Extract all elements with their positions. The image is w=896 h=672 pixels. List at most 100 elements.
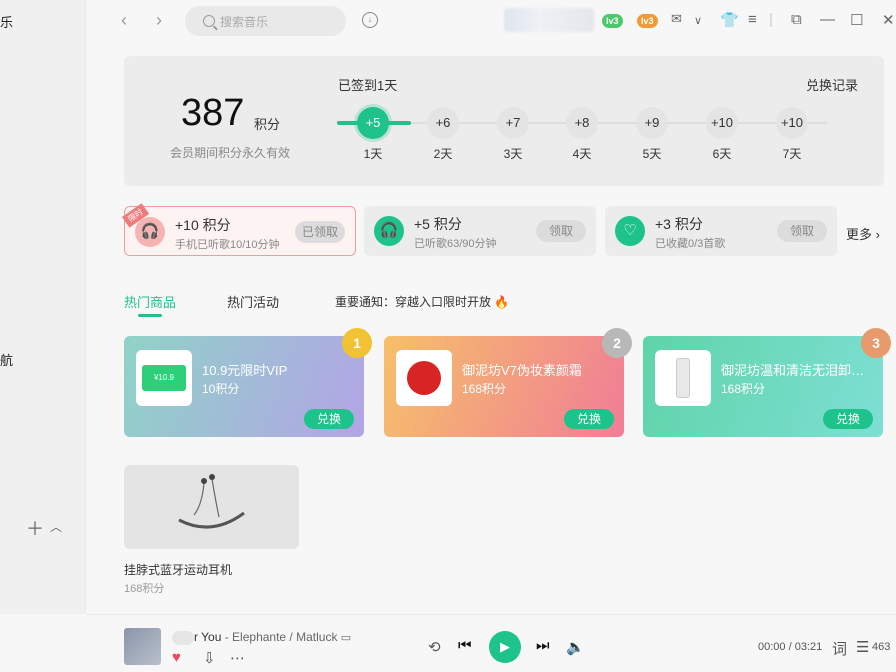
headphone-icon: 🎧 [374,216,404,246]
rank-medal-icon: 3 [861,328,891,358]
points-unit: 积分 [254,117,281,132]
notice-link[interactable]: 重要通知：穿越入口限时开放 🔥 [335,293,509,310]
search-placeholder: 搜索音乐 [220,14,269,29]
exchange-button[interactable]: 兑换 [304,409,354,429]
task-title: +3 积分 [655,216,703,232]
play-button[interactable]: ▶ [489,631,521,663]
product-title: 10.9元限时VIP [202,363,288,378]
volume-icon[interactable]: 🔈 [566,638,585,656]
fire-icon: 🔥 [494,295,510,309]
cream-jar-image [407,361,441,395]
forward-icon[interactable]: › [156,10,162,31]
menu-icon[interactable]: ≡ [748,11,757,28]
level-badge[interactable]: lv3 [637,14,658,28]
exchange-button[interactable]: 兑换 [823,409,873,429]
checkin-day-2: +6 2天 [423,107,463,162]
checkin-day-3: +7 3天 [493,107,533,162]
close-icon[interactable]: ✕ [882,11,895,29]
minimize-icon[interactable]: — [820,11,835,28]
day-reward: +6 [427,107,459,139]
task-title: +10 积分 [175,217,231,233]
day-label: 5天 [642,147,662,161]
heart-icon: ♡ [615,216,645,246]
day-reward: +10 [776,107,808,139]
day-label: 3天 [503,147,523,161]
tab-hot-activities[interactable]: 热门活动 [227,292,279,311]
bottle-image [676,358,690,398]
tab-underline [138,314,162,317]
product-price: 10积分 [202,382,240,396]
product-thumbnail [396,350,452,406]
product-price: 168积分 [462,382,507,396]
rank-medal-icon: 1 [342,328,372,358]
task-subtitle: 手机已听歌10/10分钟 [175,239,280,251]
mini-mode-icon[interactable]: ⧉ [791,11,802,28]
sidebar: 乐 航 ＋ ︿ [0,0,86,614]
claim-button[interactable]: 领取 [777,220,827,242]
checkin-day-7: +10 7天 [772,107,812,162]
download-icon[interactable]: ⇩ [203,649,216,667]
day-reward: +10 [706,107,738,139]
song-info[interactable]: r You - Elephante / Matluck ▭ [172,630,351,645]
tab-hot-goods[interactable]: 热门商品 [124,292,176,311]
points-card: 387 积分 会员期间积分永久有效 已签到1天 兑换记录 +5 1天 +6 2天 +… [124,56,884,186]
product-card-vip[interactable]: ¥10.9 10.9元限时VIP 10积分 兑换 1 [124,328,372,437]
comment-icon[interactable]: ⋯ [230,649,245,667]
claimed-button[interactable]: 已领取 [295,221,345,243]
player-bar: r You - Elephante / Matluck ▭ ♥ ⇩ ⋯ ⟲ ⏮ … [86,614,896,672]
product-price: 168积分 [721,382,766,396]
product-card-remover[interactable]: 御泥坊温和清洁无泪卸妆水 168积分 兑换 3 [643,328,891,437]
maximize-icon[interactable]: ☐ [850,11,863,29]
playlist-icon[interactable]: ☰ [856,638,869,656]
loop-icon[interactable]: ⟲ [428,638,441,656]
vip-card-image: ¥10.9 [142,365,186,391]
back-icon[interactable]: ‹ [121,10,127,31]
search-input[interactable]: 搜索音乐 [185,6,346,36]
skin-icon[interactable]: 👕 [720,11,739,29]
product-price: 168积分 [124,583,165,595]
mail-icon[interactable]: ✉ [671,11,682,27]
chevron-down-icon[interactable]: ∨ [694,14,702,27]
previous-icon[interactable]: ⏮ [458,637,472,654]
points-value: 387 [181,92,245,134]
add-playlist-icon[interactable]: ＋ [26,515,44,541]
album-cover[interactable] [124,628,161,665]
song-artist: - Elephante / Matluck [224,630,338,644]
task-card-listen-mobile: 限时 🎧 +10 积分 手机已听歌10/10分钟 已领取 [122,203,356,256]
exchange-record-link[interactable]: 兑换记录 [806,75,858,94]
task-card-favorite: ♡ +3 积分 已收藏0/3首歌 领取 [605,206,837,256]
user-info[interactable] [504,8,594,32]
claim-button[interactable]: 领取 [536,220,586,242]
sidebar-fragment-top[interactable]: 乐 [0,12,13,31]
product-card-cream[interactable]: 御泥坊V7伪妆素颜霜 168积分 兑换 2 [384,328,632,437]
divider: | [769,11,773,28]
task-card-listen: 🎧 +5 积分 已听歌63/90分钟 领取 [364,206,596,256]
product-thumbnail: ¥10.9 [136,350,192,406]
checkin-day-6: +10 6天 [702,107,742,162]
task-title: +5 积分 [414,216,462,232]
day-reward: +8 [566,107,598,139]
day-label: 4天 [572,147,592,161]
day-reward: +9 [636,107,668,139]
headphone-icon: 🎧 [135,217,165,247]
checkin-day-1: +5 1天 [353,107,393,162]
product-title[interactable]: 挂脖式蓝牙运动耳机 [124,561,232,578]
download-icon[interactable]: ↓ [362,12,378,28]
like-icon[interactable]: ♥ [172,649,181,666]
search-icon [203,15,215,27]
vip-badge[interactable]: lv3 [602,14,623,28]
day-reward: +7 [497,107,529,139]
app-window: 乐 航 ＋ ︿ ‹ › 搜索音乐 ↓ lv3 lv3 ✉ ∨ 👕 ≡ | ⧉ —… [0,0,896,672]
exchange-button[interactable]: 兑换 [564,409,614,429]
day-label: 6天 [712,147,732,161]
earphone-image [178,474,245,529]
day-label: 7天 [782,147,802,161]
sidebar-fragment-mid[interactable]: 航 [0,350,13,369]
collapse-icon[interactable]: ︿ [50,518,62,535]
product-card-earphone[interactable] [124,465,299,549]
mv-icon[interactable]: ▭ [341,632,351,644]
lyrics-icon[interactable]: 词 [832,638,847,659]
more-tasks-link[interactable]: 更多 › [846,224,880,243]
next-icon[interactable]: ⏭ [536,637,550,654]
day-label: 2天 [433,147,453,161]
